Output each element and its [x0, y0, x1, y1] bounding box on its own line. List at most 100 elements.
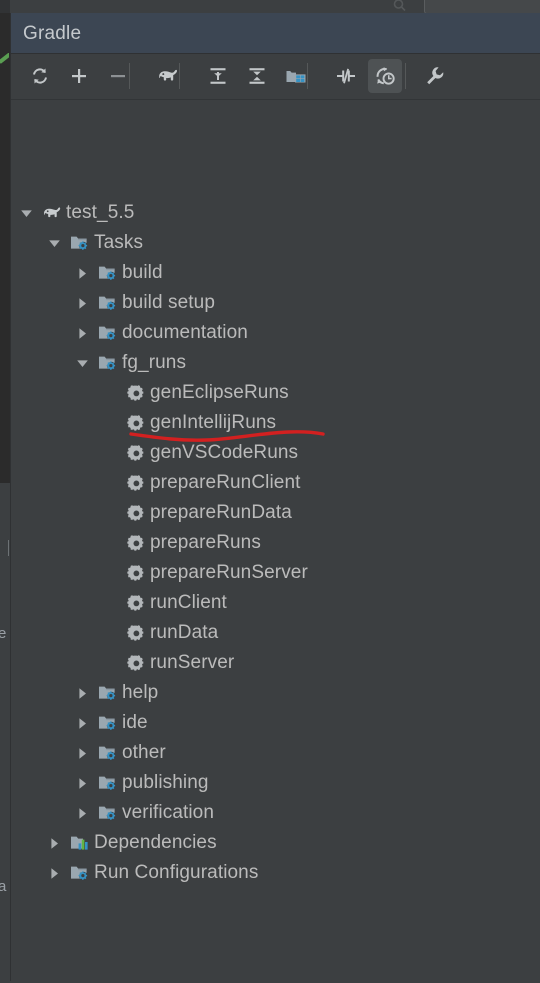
editor-caret: [8, 540, 9, 556]
collapse-all-icon: [247, 66, 267, 86]
tree-row-label: prepareRunServer: [150, 562, 308, 583]
chevron-right-icon[interactable]: [74, 258, 90, 288]
toolbar-separator-1: [129, 63, 130, 89]
tree-row-verification[interactable]: verification: [11, 798, 540, 828]
tree-row-documentation[interactable]: documentation: [11, 318, 540, 348]
gear-icon: [126, 618, 146, 648]
folder-grid-icon: [285, 66, 307, 86]
tree-row-build[interactable]: build: [11, 258, 540, 288]
tree-row-preparerunclient[interactable]: prepareRunClient: [11, 468, 540, 498]
tree-row-publishing[interactable]: publishing: [11, 768, 540, 798]
chevron-right-icon[interactable]: [74, 738, 90, 768]
chevron-down-icon[interactable]: [18, 198, 34, 228]
tree-row-label: other: [122, 742, 166, 763]
editor-gutter-rail-lower: [0, 483, 10, 981]
ide-toolbar-strip: [0, 0, 540, 14]
gradle-settings-button[interactable]: [418, 59, 452, 93]
tree-row-rundata[interactable]: runData: [11, 618, 540, 648]
toggle-offline-mode-button[interactable]: [329, 59, 363, 93]
tree-row-genintellijruns[interactable]: genIntellijRuns: [11, 408, 540, 438]
gear-icon: [126, 468, 146, 498]
refresh-icon: [30, 66, 50, 86]
tree-row-label: runClient: [150, 592, 227, 613]
gear-icon: [126, 438, 146, 468]
tree-row-label: genEclipseRuns: [150, 382, 289, 403]
tree-row-label: prepareRunData: [150, 502, 292, 523]
tree-row-build-setup[interactable]: build setup: [11, 288, 540, 318]
ide-search-field[interactable]: [424, 0, 540, 14]
chevron-right-icon[interactable]: [74, 708, 90, 738]
tree-row-label: help: [122, 682, 159, 703]
tree-row-runclient[interactable]: runClient: [11, 588, 540, 618]
show-execution-history-button[interactable]: [368, 59, 402, 93]
tree-row-geneclipseruns[interactable]: genEclipseRuns: [11, 378, 540, 408]
chevron-right-icon[interactable]: [74, 318, 90, 348]
toolbar-separator-3: [307, 63, 308, 89]
tree-row-label: documentation: [122, 322, 248, 343]
task-folder-icon: [70, 858, 90, 888]
tree-row-prepareruns[interactable]: prepareRuns: [11, 528, 540, 558]
tree-row-run-configurations[interactable]: Run Configurations: [11, 858, 540, 888]
panel-title: Gradle: [23, 23, 82, 44]
refresh-all-gradle-projects-button[interactable]: [23, 59, 57, 93]
chevron-right-icon[interactable]: [46, 858, 62, 888]
tree-row-label: genIntellijRuns: [150, 412, 277, 433]
ide-window: e a Gradle test_5.5 Tasks build build se…: [0, 0, 540, 983]
chevron-right-icon[interactable]: [74, 798, 90, 828]
gradle-tool-window: Gradle test_5.5 Tasks build build setup …: [11, 13, 540, 983]
chevron-right-icon[interactable]: [46, 828, 62, 858]
gradle-toolbar: [11, 54, 540, 100]
gradle-panel-header: Gradle: [11, 13, 540, 54]
collapse-all-button[interactable]: [240, 59, 274, 93]
gradle-elephant-icon: [42, 198, 62, 228]
tree-row-genvscoderuns[interactable]: genVSCodeRuns: [11, 438, 540, 468]
tree-row-label: fg_runs: [122, 352, 187, 373]
gear-icon: [126, 528, 146, 558]
task-folder-icon: [98, 768, 118, 798]
chevron-right-icon[interactable]: [74, 678, 90, 708]
vcs-change-marker-icon: [0, 53, 9, 69]
attach-gradle-project-button[interactable]: [62, 59, 96, 93]
tree-row-label: ide: [122, 712, 148, 733]
gear-icon: [126, 498, 146, 528]
minus-icon: [108, 66, 128, 86]
tree-row-label: runData: [150, 622, 219, 643]
tree-row-ide[interactable]: ide: [11, 708, 540, 738]
tree-row-dependencies[interactable]: Dependencies: [11, 828, 540, 858]
task-folder-icon: [98, 798, 118, 828]
tree-row-label: Dependencies: [94, 832, 217, 853]
toolbar-separator-2: [179, 63, 180, 89]
tree-row-fg-runs[interactable]: fg_runs: [11, 348, 540, 378]
tree-row-other[interactable]: other: [11, 738, 540, 768]
chevron-down-icon[interactable]: [74, 348, 90, 378]
history-clock-icon: [374, 65, 396, 87]
tree-row-label: Tasks: [94, 232, 144, 253]
tree-row-runserver[interactable]: runServer: [11, 648, 540, 678]
chevron-down-icon[interactable]: [46, 228, 62, 258]
tree-row-preparerunserver[interactable]: prepareRunServer: [11, 558, 540, 588]
task-folder-icon: [98, 678, 118, 708]
toolbar-separator-4: [405, 63, 406, 89]
ide-toolbar-left-gutter: [0, 0, 10, 13]
expand-all-button[interactable]: [201, 59, 235, 93]
gradle-task-tree[interactable]: test_5.5 Tasks build build setup documen…: [11, 100, 540, 983]
tree-row-tasks[interactable]: Tasks: [11, 228, 540, 258]
gear-icon: [126, 558, 146, 588]
gradle-elephant-icon: [157, 67, 179, 85]
chevron-right-icon[interactable]: [74, 288, 90, 318]
chevron-right-icon[interactable]: [74, 768, 90, 798]
tree-row-test-5-5[interactable]: test_5.5: [11, 198, 540, 228]
tree-row-label: build: [122, 262, 163, 283]
expand-all-icon: [208, 66, 228, 86]
wrench-icon: [424, 65, 446, 87]
task-folder-icon: [70, 228, 90, 258]
offline-mode-icon: [335, 66, 357, 86]
tree-row-label: test_5.5: [66, 202, 135, 223]
task-folder-icon: [98, 318, 118, 348]
search-icon[interactable]: [392, 0, 408, 12]
tree-row-help[interactable]: help: [11, 678, 540, 708]
tree-row-preparerundata[interactable]: prepareRunData: [11, 498, 540, 528]
plus-icon: [69, 66, 89, 86]
editor-gutter-rail: [0, 13, 10, 483]
editor-text-fragment-lower: a: [0, 878, 7, 895]
